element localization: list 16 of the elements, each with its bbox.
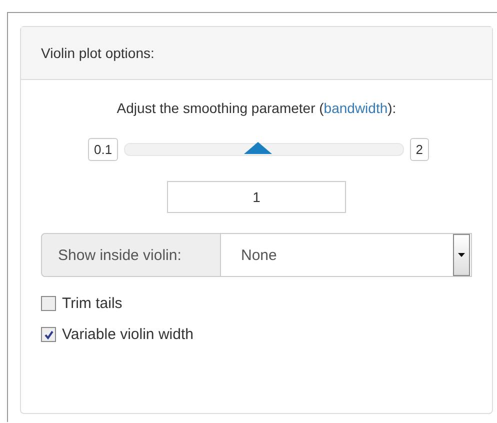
- slider-thumb[interactable]: [244, 142, 272, 154]
- inside-select[interactable]: None: [221, 233, 472, 277]
- caret-icon: [458, 253, 465, 257]
- select-label: Show inside violin:: [41, 233, 221, 277]
- bandwidth-link[interactable]: bandwidth: [324, 100, 388, 116]
- slider-max-label: 2: [410, 138, 429, 161]
- checkbox[interactable]: [41, 296, 56, 311]
- checkbox[interactable]: [41, 327, 56, 342]
- panel-title: Violin plot options:: [41, 45, 154, 61]
- slider-track[interactable]: [124, 143, 404, 156]
- slider-min-label: 0.1: [88, 138, 118, 161]
- checkbox-label: Trim tails: [62, 295, 122, 312]
- bandwidth-label: Adjust the smoothing parameter (bandwidth):: [116, 100, 398, 116]
- bandwidth-input[interactable]: 1: [167, 181, 346, 213]
- checkbox-label: Variable violin width: [62, 326, 194, 343]
- dropdown-button[interactable]: [453, 234, 470, 276]
